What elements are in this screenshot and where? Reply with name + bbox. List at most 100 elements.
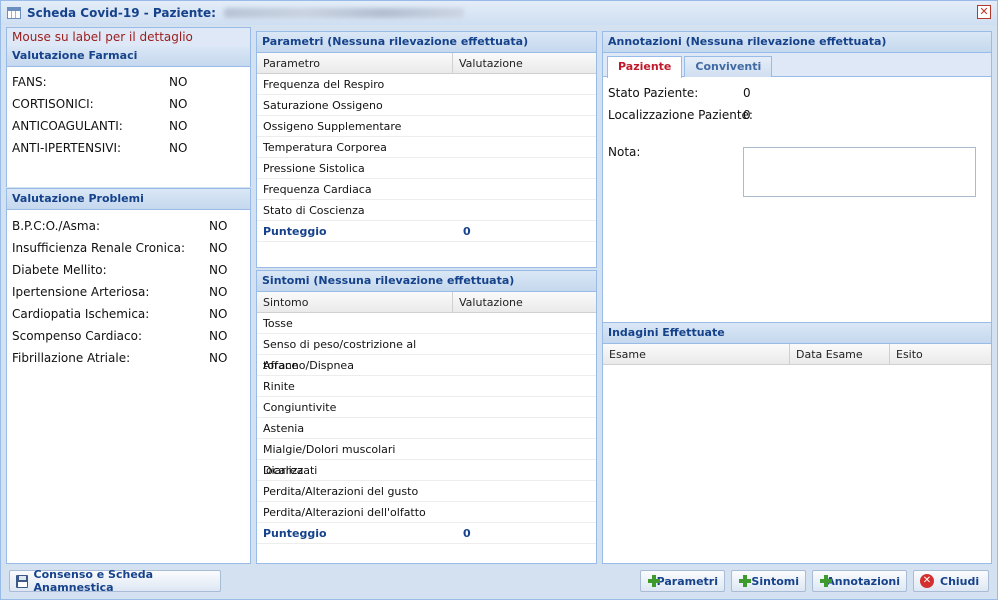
table-row[interactable]: Congiuntivite (257, 397, 596, 418)
problema-value: NO (209, 285, 228, 299)
farmaco-row[interactable]: ANTI-IPERTENSIVI: NO (7, 137, 250, 159)
table-row[interactable]: Rinite (257, 376, 596, 397)
problema-label[interactable]: Diabete Mellito: (12, 263, 107, 277)
problema-label[interactable]: Scompenso Cardiaco: (12, 329, 142, 343)
problemi-header: Valutazione Problemi (7, 189, 250, 210)
row-label: Perdita/Alterazioni dell'olfatto (263, 506, 426, 519)
plus-icon (819, 574, 836, 588)
problema-label[interactable]: Ipertensione Arteriosa: (12, 285, 149, 299)
floppy-disk-icon (16, 574, 28, 588)
farmaco-label[interactable]: CORTISONICI: (12, 97, 94, 111)
table-row[interactable]: Stato di Coscienza (257, 200, 596, 221)
row-label: Temperatura Corporea (263, 141, 387, 154)
sintomi-button[interactable]: Sintomi (731, 570, 806, 592)
parametri-panel: Parametri (Nessuna rilevazione effettuat… (256, 31, 597, 268)
farmaco-row[interactable]: FANS: NO (7, 71, 250, 93)
row-label: Stato di Coscienza (263, 204, 365, 217)
grid-icon (7, 7, 21, 19)
plus-icon (647, 574, 659, 588)
farmaco-value: NO (169, 97, 188, 111)
sintomi-panel: Sintomi (Nessuna rilevazione effettuata)… (256, 270, 597, 564)
problema-row[interactable]: Scompenso Cardiaco: NO (7, 325, 250, 347)
parametri-button[interactable]: Parametri (640, 570, 725, 592)
column-header[interactable]: Esame (603, 344, 790, 364)
row-label: Pressione Sistolica (263, 162, 365, 175)
farmaco-label[interactable]: ANTI-IPERTENSIVI: (12, 141, 121, 155)
farmaco-row[interactable]: CORTISONICI: NO (7, 93, 250, 115)
problema-row[interactable]: Diabete Mellito: NO (7, 259, 250, 281)
column-header[interactable]: Esito (890, 344, 991, 364)
table-row[interactable]: Saturazione Ossigeno (257, 95, 596, 116)
parametri-grid-header: Parametro Valutazione (257, 53, 596, 74)
table-row[interactable]: Ossigeno Supplementare (257, 116, 596, 137)
table-row[interactable]: Frequenza del Respiro (257, 74, 596, 95)
problemi-panel: Valutazione Problemi B.P.C:O./Asma: NO In… (6, 188, 251, 564)
farmaco-value: NO (169, 119, 188, 133)
farmaco-value: NO (169, 141, 188, 155)
problema-label[interactable]: Insufficienza Renale Cronica: (12, 241, 185, 255)
column-header[interactable]: Parametro (257, 53, 453, 73)
annotazioni-tabs: Paziente Conviventi (603, 53, 991, 78)
problema-row[interactable]: B.P.C:O./Asma: NO (7, 215, 250, 237)
close-icon[interactable]: ✕ (977, 5, 991, 19)
column-header[interactable]: Data Esame (790, 344, 890, 364)
table-row[interactable]: Frequenza Cardiaca (257, 179, 596, 200)
table-row[interactable]: Mialgie/Dolori muscolari localizzati (257, 439, 596, 477)
column-header[interactable]: Sintomo (257, 292, 453, 312)
close-circle-icon: ✕ (920, 574, 934, 588)
table-row[interactable]: Affanno/Dispnea (257, 355, 596, 376)
table-row[interactable]: Senso di peso/costrizione al torace (257, 334, 596, 372)
table-row[interactable]: Diarrea (257, 460, 596, 481)
row-label: Ossigeno Supplementare (263, 120, 402, 133)
stato-paziente-value: 0 (743, 86, 751, 100)
farmaco-label[interactable]: FANS: (12, 75, 47, 89)
table-row[interactable]: Temperatura Corporea (257, 137, 596, 158)
problema-row[interactable]: Ipertensione Arteriosa: NO (7, 281, 250, 303)
window-titlebar[interactable]: Scheda Covid-19 - Paziente: ✕ (1, 1, 997, 25)
column-header[interactable]: Valutazione (453, 53, 596, 73)
column-header[interactable]: Valutazione (453, 292, 596, 312)
row-label: Affanno/Dispnea (263, 359, 354, 372)
problema-value: NO (209, 329, 228, 343)
nota-label: Nota: (608, 145, 641, 159)
tab-conviventi[interactable]: Conviventi (684, 56, 773, 77)
problema-row[interactable]: Cardiopatia Ischemica: NO (7, 303, 250, 325)
annotazioni-panel: Annotazioni (Nessuna rilevazione effettu… (602, 31, 992, 323)
stato-paziente-label: Stato Paziente: (608, 86, 699, 100)
total-value: 0 (463, 527, 471, 540)
farmaco-label[interactable]: ANTICOAGULANTI: (12, 119, 123, 133)
chiudi-button[interactable]: ✕ Chiudi (913, 570, 989, 592)
total-label: Punteggio (263, 225, 327, 238)
nota-textarea[interactable] (743, 147, 976, 197)
table-row[interactable]: Perdita/Alterazioni del gusto (257, 481, 596, 502)
problema-label[interactable]: Cardiopatia Ischemica: (12, 307, 149, 321)
plus-icon (738, 574, 752, 588)
row-label: Astenia (263, 422, 305, 435)
row-label: Perdita/Alterazioni del gusto (263, 485, 419, 498)
problema-label[interactable]: B.P.C:O./Asma: (12, 219, 100, 233)
row-label: Mialgie/Dolori muscolari localizzati (263, 443, 396, 477)
indagini-panel: Indagini Effettuate Esame Data Esame Esi… (602, 322, 992, 564)
annotazioni-button-label: Annotazioni (826, 574, 900, 588)
hint-text: Mouse su label per il dettaglio (7, 28, 250, 46)
consenso-button[interactable]: Consenso e Scheda Anamnestica (9, 568, 221, 594)
problema-row[interactable]: Fibrillazione Atriale: NO (7, 347, 250, 369)
table-row[interactable]: Astenia (257, 418, 596, 439)
table-row[interactable]: Pressione Sistolica (257, 158, 596, 179)
table-row[interactable]: Tosse (257, 313, 596, 334)
farmaci-panel: Mouse su label per il dettaglio Valutazi… (6, 27, 251, 187)
total-row: Punteggio 0 (257, 523, 596, 544)
sintomi-header: Sintomi (Nessuna rilevazione effettuata) (257, 271, 596, 292)
row-label: Rinite (263, 380, 295, 393)
annotazioni-button[interactable]: Annotazioni (812, 570, 907, 592)
farmaco-row[interactable]: ANTICOAGULANTI: NO (7, 115, 250, 137)
table-row[interactable]: Perdita/Alterazioni dell'olfatto (257, 502, 596, 523)
row-label: Diarrea (263, 464, 304, 477)
indagini-header: Indagini Effettuate (603, 323, 991, 344)
patient-name-redacted (223, 8, 464, 18)
problema-label[interactable]: Fibrillazione Atriale: (12, 351, 130, 365)
chiudi-button-label: Chiudi (940, 574, 980, 588)
problema-value: NO (209, 351, 228, 365)
tab-paziente[interactable]: Paziente (607, 56, 683, 78)
problema-row[interactable]: Insufficienza Renale Cronica: NO (7, 237, 250, 259)
